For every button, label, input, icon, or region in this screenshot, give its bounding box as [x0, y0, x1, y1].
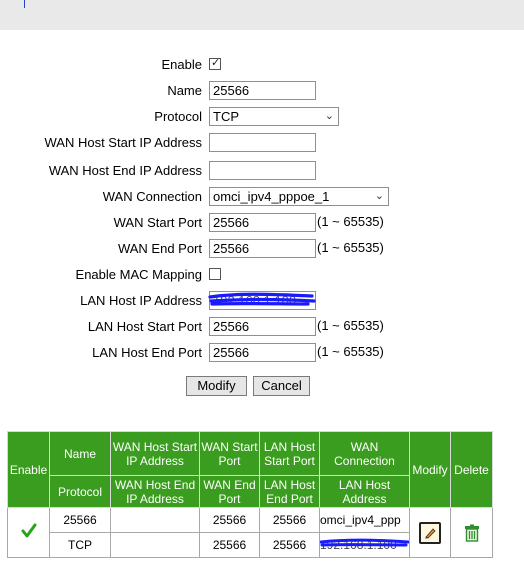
lan-host-end-port-range-hint: (1 ~ 65535)	[317, 344, 384, 359]
lan-host-end-port-label: LAN Host End Port	[92, 345, 202, 360]
wan-host-end-ip-label: WAN Host End IP Address	[48, 163, 202, 178]
row-modify-cell	[409, 507, 451, 558]
header-enable: Enable	[7, 431, 50, 508]
mac-mapping-label: Enable MAC Mapping	[75, 267, 202, 282]
protocol-label: Protocol	[154, 109, 202, 124]
modify-button[interactable]: Modify	[186, 376, 247, 396]
top-toolbar-strip	[0, 0, 524, 30]
wan-end-port-range-hint: (1 ~ 65535)	[317, 240, 384, 255]
lan-host-start-port-input[interactable]	[209, 317, 316, 336]
row-wan-start-port: 25566	[199, 507, 260, 533]
enable-checkbox[interactable]: ✓	[209, 57, 221, 70]
port-mapping-table: Enable Name WAN Host Start IP Address WA…	[7, 431, 493, 558]
header-wan-host-end: WAN Host End IP Address	[110, 475, 200, 508]
header-wan-connection: WAN Connection	[319, 431, 410, 476]
name-label: Name	[167, 83, 202, 98]
row-wan-end-port: 25566	[199, 532, 260, 558]
wan-connection-select-value: omci_ipv4_pppoe_1	[213, 189, 330, 204]
lan-host-end-port-input[interactable]	[209, 343, 316, 362]
wan-start-port-range-hint: (1 ~ 65535)	[317, 214, 384, 229]
row-protocol: TCP	[49, 532, 111, 558]
wan-end-port-label: WAN End Port	[117, 241, 202, 256]
row-delete-cell	[450, 507, 493, 558]
row-name: 25566	[49, 507, 111, 533]
lan-host-start-port-range-hint: (1 ~ 65535)	[317, 318, 384, 333]
header-wan-host-start: WAN Host Start IP Address	[110, 431, 200, 476]
lan-host-ip-label: LAN Host IP Address	[80, 293, 202, 308]
wan-host-end-ip-input[interactable]	[209, 161, 316, 180]
name-input[interactable]	[209, 81, 316, 100]
wan-start-port-label: WAN Start Port	[113, 215, 202, 230]
protocol-select[interactable]: TCP ⌄	[209, 107, 339, 126]
row-enabled-cell	[7, 507, 50, 558]
header-delete: Delete	[450, 431, 493, 508]
header-lan-host-end-port: LAN Host End Port	[259, 475, 320, 508]
green-check-icon	[21, 523, 36, 538]
row-wan-host-start	[110, 507, 200, 533]
edit-icon[interactable]	[419, 521, 441, 544]
redaction-scribble	[208, 292, 316, 306]
header-modify: Modify	[409, 431, 451, 508]
header-lan-host-address: LAN Host Address	[319, 475, 410, 508]
header-wan-start-port: WAN Start Port	[199, 431, 260, 476]
row-lan-host-end-port: 25566	[259, 532, 320, 558]
header-wan-end-port: WAN End Port	[199, 475, 260, 508]
checkmark-icon: ✓	[211, 57, 221, 69]
wan-connection-label: WAN Connection	[102, 189, 202, 204]
mac-mapping-checkbox[interactable]	[209, 268, 221, 280]
row-wan-host-end	[110, 532, 200, 558]
chevron-down-icon: ⌄	[324, 110, 334, 122]
wan-host-start-ip-input[interactable]	[209, 133, 316, 152]
redaction-scribble	[320, 538, 409, 547]
row-wan-connection: omci_ipv4_ppp	[319, 507, 410, 533]
trash-icon[interactable]	[463, 524, 481, 542]
protocol-select-value: TCP	[213, 109, 239, 124]
table-row: 25566 25566 25566 omci_ipv4_ppp	[7, 507, 493, 558]
text-caret	[24, 0, 25, 8]
chevron-down-icon: ⌄	[374, 190, 384, 202]
wan-end-port-input[interactable]	[209, 239, 316, 258]
wan-connection-select[interactable]: omci_ipv4_pppoe_1 ⌄	[209, 187, 389, 206]
cancel-button[interactable]: Cancel	[253, 376, 310, 396]
wan-start-port-input[interactable]	[209, 213, 316, 232]
row-lan-host-start-port: 25566	[259, 507, 320, 533]
enable-label: Enable	[161, 57, 202, 72]
header-protocol: Protocol	[49, 475, 111, 508]
header-lan-host-start-port: LAN Host Start Port	[259, 431, 320, 476]
header-name: Name	[49, 431, 111, 476]
row-lan-host-address: 192.168.1.100	[319, 532, 410, 558]
lan-host-start-port-label: LAN Host Start Port	[87, 319, 202, 334]
wan-host-start-ip-label: WAN Host Start IP Address	[44, 135, 203, 150]
